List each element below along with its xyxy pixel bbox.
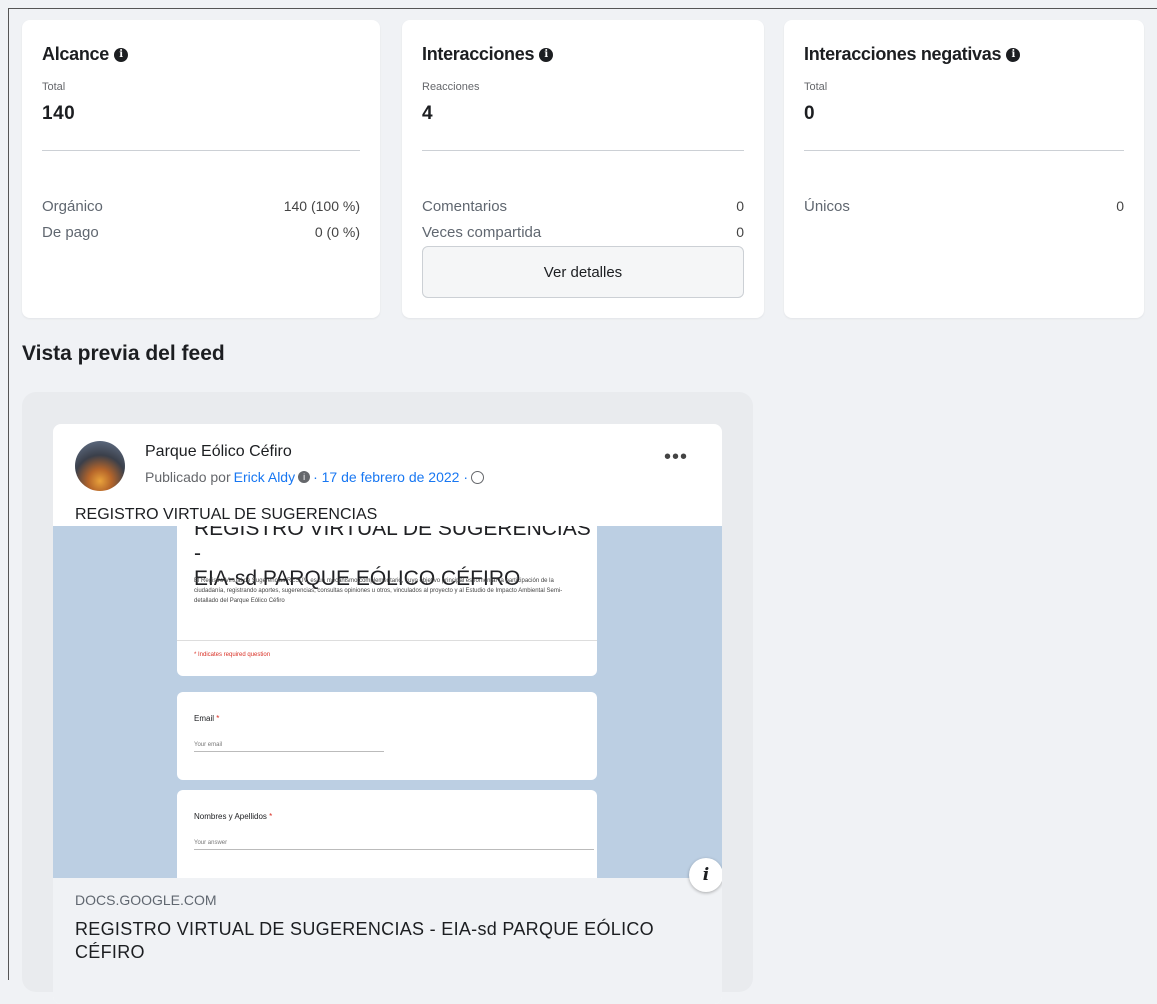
total-value: 4 bbox=[422, 103, 434, 124]
metric-row: Veces compartida 0 bbox=[422, 224, 744, 241]
metric-label: Comentarios bbox=[422, 198, 508, 215]
post-date-link[interactable]: · 17 de febrero de 2022 · bbox=[313, 469, 468, 485]
negative-interactions-card: Interacciones negativas i Total 0 Únicos… bbox=[784, 20, 1144, 318]
divider bbox=[422, 150, 744, 151]
required-note: * Indicates required question bbox=[194, 652, 271, 658]
divider bbox=[804, 150, 1124, 151]
total-value: 0 bbox=[804, 103, 816, 124]
question-input: Your email bbox=[194, 742, 384, 752]
info-icon[interactable]: i bbox=[113, 47, 128, 62]
metric-label: Orgánico bbox=[42, 198, 103, 215]
card-title-text: Alcance bbox=[42, 44, 109, 64]
info-icon[interactable]: i bbox=[1006, 47, 1021, 62]
question-input: Your answer bbox=[194, 840, 594, 850]
post-card: Parque Eólico Céfiro Publicado por Erick… bbox=[53, 424, 722, 1004]
author-link[interactable]: Erick Aldy bbox=[234, 469, 295, 485]
question-label: Email * bbox=[194, 714, 219, 723]
card-title: Interacciones i bbox=[422, 44, 554, 65]
info-icon[interactable]: i bbox=[689, 858, 722, 892]
total-value: 140 bbox=[42, 103, 76, 124]
link-footer[interactable]: DOCS.GOOGLE.COM REGISTRO VIRTUAL DE SUGE… bbox=[53, 878, 722, 1004]
form-header-card: REGISTRO VIRTUAL DE SUGERENCIAS - EIA-sd… bbox=[177, 526, 597, 676]
info-icon[interactable]: i bbox=[298, 471, 311, 483]
post-meta: Publicado por Erick Aldy i · 17 de febre… bbox=[145, 469, 484, 485]
metric-row: Orgánico 140 (100 %) bbox=[42, 198, 360, 215]
metric-row: Comentarios 0 bbox=[422, 198, 744, 215]
card-title: Alcance i bbox=[42, 44, 128, 65]
card-title: Interacciones negativas i bbox=[804, 44, 1021, 65]
link-preview-image[interactable]: REGISTRO VIRTUAL DE SUGERENCIAS - EIA-sd… bbox=[53, 526, 722, 878]
divider bbox=[42, 150, 360, 151]
metric-value: 0 bbox=[736, 224, 744, 240]
metric-value: 0 bbox=[736, 198, 744, 214]
globe-icon bbox=[470, 470, 484, 484]
metric-value: 140 (100 %) bbox=[283, 198, 360, 214]
metric-value: 0 (0 %) bbox=[314, 224, 360, 240]
metric-row: De pago 0 (0 %) bbox=[42, 224, 360, 241]
view-details-button[interactable]: Ver detalles bbox=[422, 246, 744, 298]
metric-label: De pago bbox=[42, 224, 99, 241]
required-star: * bbox=[269, 812, 273, 821]
reach-card: Alcance i Total 140 Orgánico 140 (100 %)… bbox=[22, 20, 380, 318]
published-by-label: Publicado por bbox=[145, 469, 231, 485]
avatar[interactable] bbox=[75, 441, 125, 491]
sub-label: Total bbox=[42, 81, 66, 93]
feed-preview: Parque Eólico Céfiro Publicado por Erick… bbox=[22, 392, 753, 1004]
card-title-text: Interacciones negativas bbox=[804, 44, 1002, 64]
form-title-line: REGISTRO VIRTUAL DE SUGERENCIAS - bbox=[194, 526, 591, 565]
question-label-text: Email bbox=[194, 714, 215, 723]
form-description: El Registro Virtual de Sugerencias RESUV… bbox=[194, 578, 563, 604]
sub-label: Total bbox=[804, 81, 828, 93]
metric-row: Únicos 0 bbox=[804, 198, 1124, 215]
metric-label: Únicos bbox=[804, 198, 850, 215]
link-title[interactable]: REGISTRO VIRTUAL DE SUGERENCIAS - EIA-sd… bbox=[75, 918, 675, 964]
form-question-card: Email * Your email bbox=[177, 692, 597, 780]
more-options-icon[interactable]: ••• bbox=[664, 447, 688, 467]
question-label: Nombres y Apellidos * bbox=[194, 812, 272, 821]
link-domain: DOCS.GOOGLE.COM bbox=[75, 892, 217, 908]
post-text: REGISTRO VIRTUAL DE SUGERENCIAS bbox=[75, 506, 378, 523]
page-name[interactable]: Parque Eólico Céfiro bbox=[145, 443, 292, 461]
form-question-card: Nombres y Apellidos * Your answer bbox=[177, 790, 597, 878]
metric-label: Veces compartida bbox=[422, 224, 542, 241]
metric-value: 0 bbox=[1116, 198, 1124, 214]
divider bbox=[177, 640, 597, 641]
question-label-text: Nombres y Apellidos bbox=[194, 812, 267, 821]
card-title-text: Interacciones bbox=[422, 44, 535, 64]
sub-label: Reacciones bbox=[422, 81, 480, 93]
interactions-card: Interacciones i Reacciones 4 Comentarios… bbox=[402, 20, 764, 318]
info-icon[interactable]: i bbox=[539, 47, 554, 62]
required-star: * bbox=[216, 714, 220, 723]
section-title: Vista previa del feed bbox=[22, 342, 225, 365]
